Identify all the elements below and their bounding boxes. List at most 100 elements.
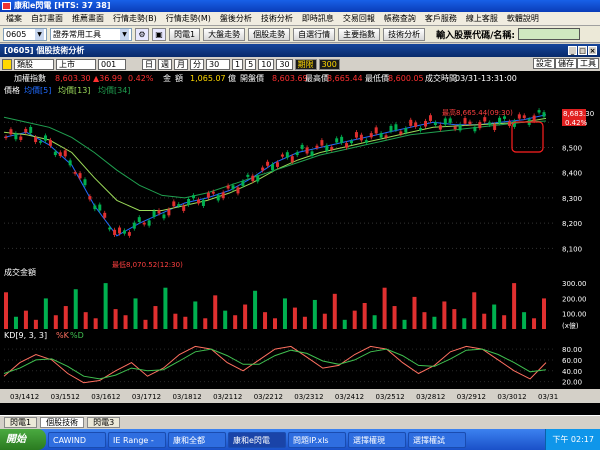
- taskbar-task-5[interactable]: 選擇權現: [348, 431, 406, 448]
- x-tick-5: 12: [112, 393, 121, 401]
- maximize-icon[interactable]: □: [578, 46, 587, 55]
- menu-item-6[interactable]: 技術分析: [261, 13, 293, 24]
- candle-body-32: [162, 214, 166, 219]
- sheet-tab-0[interactable]: 閃電1: [4, 417, 38, 428]
- volume-bar-12: [123, 315, 128, 329]
- save-button[interactable]: 儲存: [555, 58, 577, 69]
- x-tick-3: 12: [71, 393, 80, 401]
- window-icon[interactable]: ▣: [152, 27, 166, 41]
- close-icon[interactable]: ×: [588, 46, 597, 55]
- candle-body-67: [335, 138, 339, 143]
- toolbar-button-4[interactable]: 主要指數: [338, 27, 381, 41]
- count-10[interactable]: 10: [258, 58, 275, 70]
- volume-bar-29: [292, 307, 297, 329]
- menu-item-12[interactable]: 軟體說明: [507, 13, 539, 24]
- menu-item-1[interactable]: 自訂畫面: [31, 13, 63, 24]
- period-day[interactable]: 日: [142, 58, 156, 70]
- volume-bar-46: [462, 318, 467, 329]
- taskbar-task-2[interactable]: 康和全都: [168, 431, 226, 448]
- candle-body-31: [157, 210, 161, 214]
- info-time: 03/31-13:31:00: [455, 74, 517, 83]
- candle-body-102: [507, 121, 511, 126]
- menu-item-7[interactable]: 即時訊息: [302, 13, 334, 24]
- x-tick-11: 12: [233, 393, 242, 401]
- chart-svg[interactable]: 加權指數 8,603.30 ▲36.99 0.42% 金 額 1,065.07 …: [0, 71, 600, 415]
- kd-k-label: %K: [56, 331, 70, 340]
- count-30[interactable]: 30: [276, 58, 293, 70]
- info-ref-label: 億: [228, 73, 236, 83]
- candle-body-69: [345, 143, 349, 148]
- toolbar-button-1[interactable]: 大盤走勢: [203, 27, 246, 41]
- menu-item-8[interactable]: 交易回報: [343, 13, 375, 24]
- menu-item-11[interactable]: 線上客服: [466, 13, 498, 24]
- candle-body-104: [517, 114, 521, 119]
- menu-item-9[interactable]: 帳務查詢: [384, 13, 416, 24]
- menu-item-3[interactable]: 行情走勢(B): [113, 13, 157, 24]
- code-select[interactable]: 001: [98, 58, 126, 70]
- candle-body-47: [236, 187, 240, 194]
- period-week[interactable]: 週: [158, 58, 172, 70]
- menu-item-2[interactable]: 推薦畫面: [72, 13, 104, 24]
- market-select[interactable]: 上市: [56, 58, 96, 70]
- kd-label: KD[9, 3, 3]: [4, 331, 47, 340]
- taskbar-task-1[interactable]: IE Range -: [108, 431, 166, 448]
- settings-button[interactable]: 設定: [533, 58, 555, 69]
- count-5[interactable]: 5: [245, 58, 257, 70]
- tools-button[interactable]: 工具: [577, 58, 599, 69]
- toolbar-button-3[interactable]: 自選行情: [293, 27, 336, 41]
- legend-label: 價格: [4, 85, 20, 95]
- start-button[interactable]: 開始: [0, 429, 46, 450]
- taskbar-task-6[interactable]: 選擇權試: [408, 431, 466, 448]
- candle-body-8: [43, 135, 47, 141]
- candle-body-24: [122, 230, 126, 234]
- toolbar-button-2[interactable]: 個股走勢: [248, 27, 291, 41]
- candle-body-89: [443, 118, 447, 125]
- menu-item-10[interactable]: 客戶服務: [425, 13, 457, 24]
- x-tick-6: 03/17: [132, 393, 152, 401]
- x-tick-1: 12: [30, 393, 39, 401]
- candle-body-22: [113, 229, 117, 235]
- toolbar-button-5[interactable]: 技術分析: [383, 27, 426, 41]
- kd-ytick-3: 80.00: [562, 346, 582, 354]
- taskbar-task-0[interactable]: CAWIND: [48, 431, 106, 448]
- candle-body-48: [241, 181, 245, 186]
- code-combo[interactable]: 0605 ▼: [3, 27, 47, 41]
- group-combo[interactable]: 證券常用工具 ▼: [50, 27, 132, 41]
- period-minute[interactable]: 分: [190, 58, 204, 70]
- volume-bar-26: [263, 312, 268, 329]
- candle-body-71: [354, 132, 358, 138]
- lock-icon[interactable]: [2, 58, 12, 70]
- sheet-tab-2[interactable]: 閃電3: [87, 417, 121, 428]
- settings-icon[interactable]: ⚙: [135, 27, 149, 41]
- menu-item-4[interactable]: 行情走勢(M): [166, 13, 211, 24]
- candle-body-0: [4, 136, 8, 139]
- candle-body-4: [24, 128, 28, 133]
- volume-bar-20: [203, 318, 208, 329]
- menu-item-0[interactable]: 檔案: [6, 13, 22, 24]
- type-select[interactable]: 類股: [14, 58, 54, 70]
- sheet-tab-1[interactable]: 個股技術: [40, 417, 85, 428]
- stock-input-label: 輸入股票代碼/名稱:: [436, 30, 515, 41]
- menu-item-5[interactable]: 盤後分析: [220, 13, 252, 24]
- candle-body-79: [394, 124, 398, 130]
- kd-ytick-0: 20.00: [562, 379, 582, 387]
- candle-body-83: [414, 122, 418, 127]
- volume-ytick-1: 200.00: [562, 295, 587, 303]
- special-button[interactable]: 期限: [294, 58, 317, 70]
- minute-select[interactable]: 30: [206, 58, 230, 70]
- chart-controls: 類股 上市 001 日 週 月 分 30 1 5 10 30 期限 300 設定…: [0, 57, 600, 71]
- toolbar-button-0[interactable]: 閃電1: [169, 27, 201, 41]
- volume-bar-31: [312, 299, 317, 329]
- period-month[interactable]: 月: [174, 58, 188, 70]
- candle-body-37: [187, 199, 191, 205]
- minimize-icon[interactable]: _: [568, 46, 577, 55]
- bars-button[interactable]: 300: [318, 58, 340, 70]
- candle-body-97: [483, 117, 487, 122]
- panel-header: [0605] 個股技術分析 _ □ ×: [0, 44, 600, 57]
- stock-input[interactable]: [517, 28, 580, 40]
- taskbar-task-3[interactable]: 康和e閃電: [228, 431, 286, 448]
- legend-ma5: 均價[5]: [24, 85, 51, 95]
- count-1[interactable]: 1: [232, 58, 244, 70]
- taskbar-task-4[interactable]: 問題IP.xls: [288, 431, 346, 448]
- volume-bar-47: [472, 292, 477, 329]
